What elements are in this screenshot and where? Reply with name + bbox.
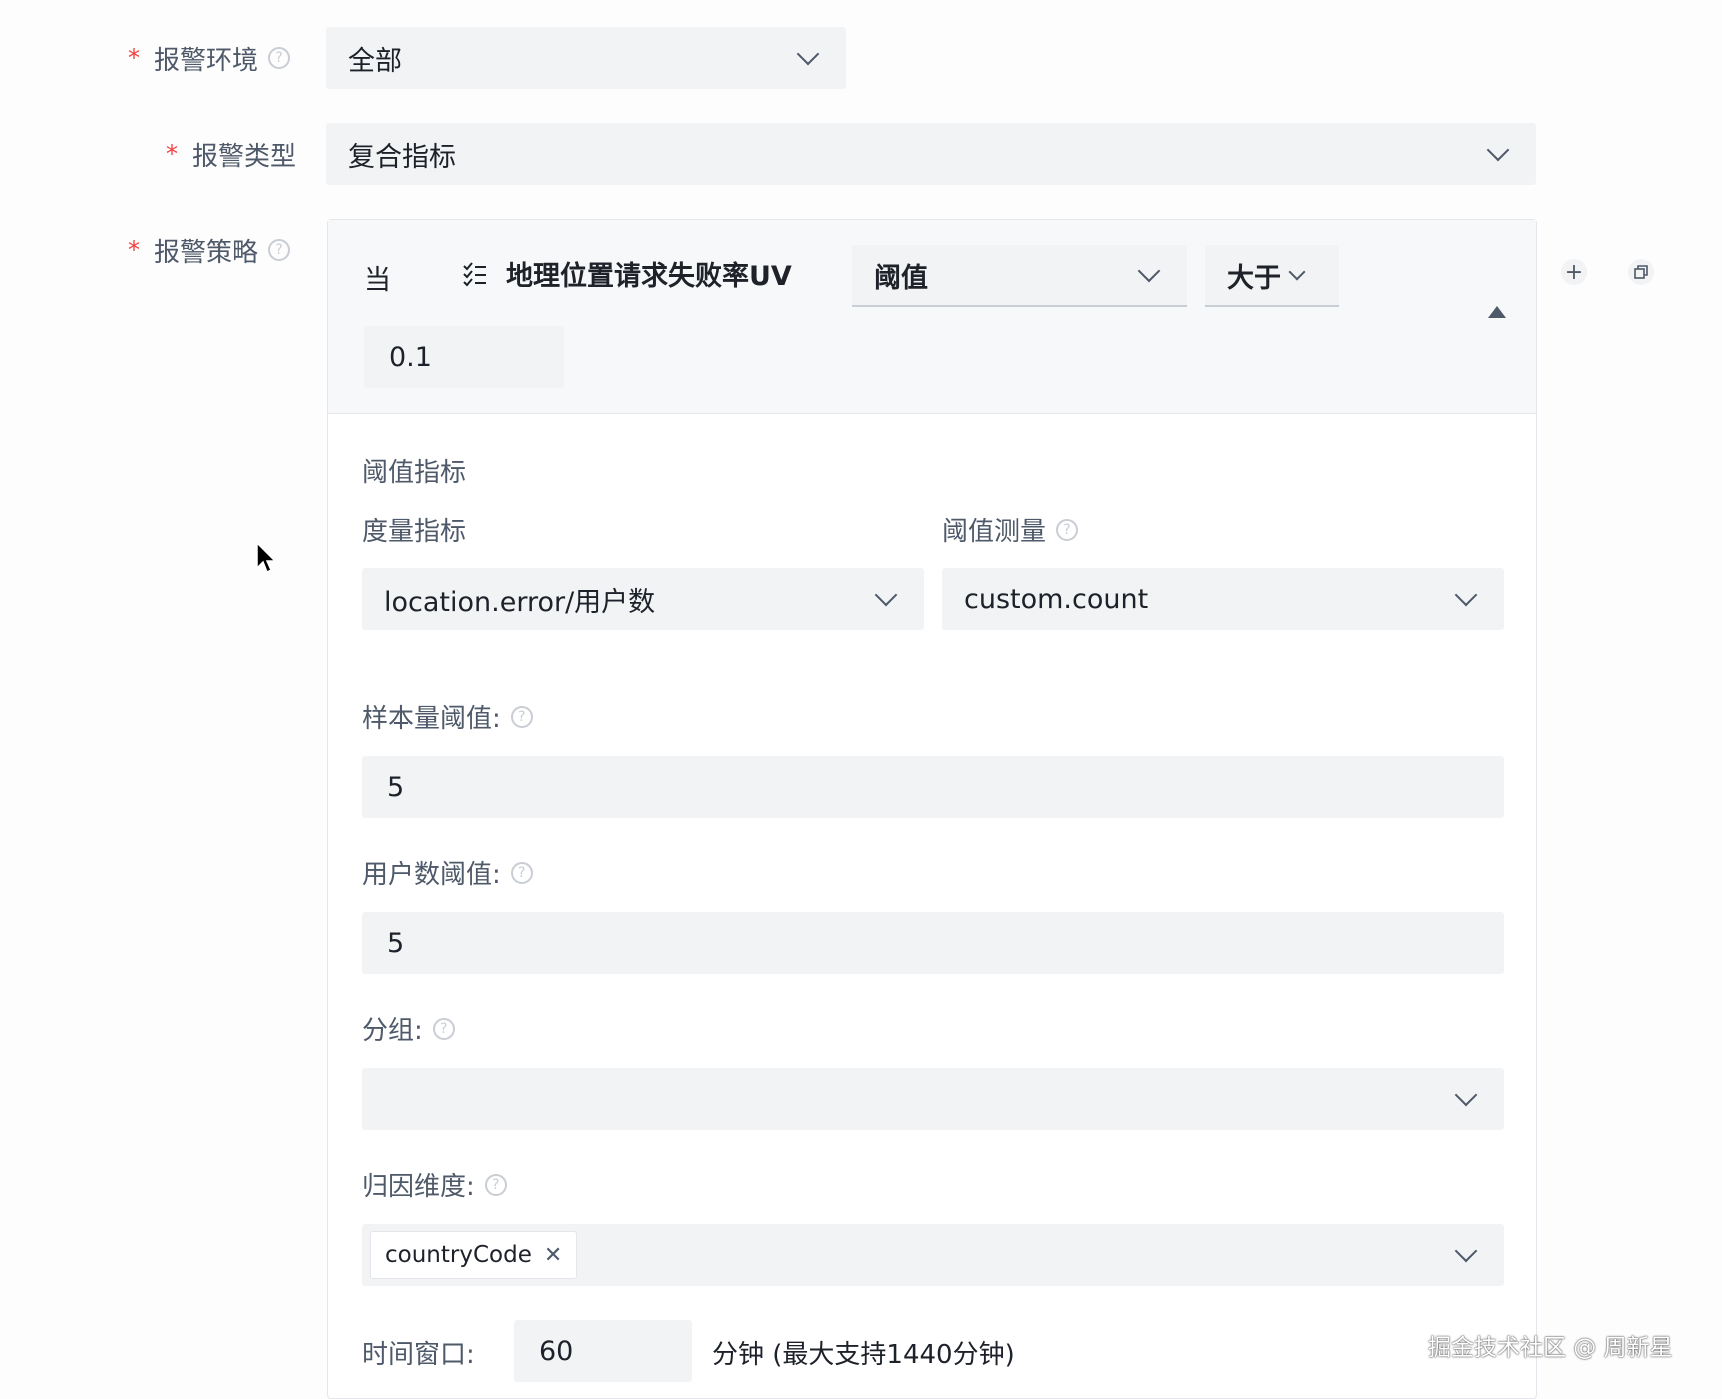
env-label-row: * 报警环境 ?: [100, 36, 290, 80]
measure-select[interactable]: location.error/用户数: [362, 568, 924, 630]
operator-select[interactable]: 大于: [1205, 245, 1339, 307]
help-icon[interactable]: ?: [268, 47, 290, 69]
mouse-cursor-icon: [256, 541, 278, 580]
list-icon: [462, 258, 488, 288]
type-label: 报警类型: [191, 141, 296, 172]
chevron-down-icon: [1486, 138, 1510, 162]
collapse-icon[interactable]: [1488, 306, 1506, 318]
group-label-row: 分组: ?: [362, 1010, 455, 1047]
sample-label-row: 样本量阈值: ?: [362, 698, 533, 735]
chevron-down-icon: [1288, 263, 1306, 281]
group-label: 分组:: [362, 1016, 423, 1046]
strategy-label: 报警策略: [153, 237, 258, 268]
metric-name: 地理位置请求失败率UV: [506, 261, 792, 292]
threshold-measure-label: 阈值测量: [942, 517, 1047, 547]
required-asterisk: *: [127, 44, 140, 72]
type-label-row: * 报警类型: [100, 132, 296, 176]
type-select[interactable]: 复合指标: [326, 123, 1536, 185]
help-icon[interactable]: ?: [510, 705, 533, 728]
attribution-label-row: 归因维度: ?: [362, 1166, 507, 1203]
chevron-down-icon: [874, 583, 898, 607]
copy-icon[interactable]: [1628, 259, 1654, 285]
help-icon[interactable]: ?: [484, 1173, 507, 1196]
window-input[interactable]: 60: [514, 1320, 692, 1382]
window-value: 60: [539, 1335, 574, 1367]
threshold-measure-select[interactable]: custom.count: [942, 568, 1504, 630]
strategy-label-row: * 报警策略 ?: [100, 228, 290, 272]
help-icon[interactable]: ?: [1056, 518, 1079, 541]
measure-label: 度量指标: [362, 517, 467, 547]
sample-value: 5: [387, 771, 405, 803]
attribution-label: 归因维度:: [362, 1172, 475, 1202]
user-label: 用户数阈值:: [362, 860, 501, 890]
threshold-value: 0.1: [389, 341, 432, 373]
close-icon[interactable]: ✕: [544, 1243, 562, 1268]
env-select[interactable]: 全部: [326, 27, 846, 89]
chevron-down-icon: [1137, 259, 1161, 283]
env-select-value: 全部: [348, 45, 402, 77]
user-value: 5: [387, 927, 405, 959]
sample-label: 样本量阈值:: [362, 704, 501, 734]
user-input[interactable]: 5: [362, 912, 1504, 974]
attribution-tag: countryCode ✕: [370, 1231, 578, 1279]
sample-input[interactable]: 5: [362, 756, 1504, 818]
mode-select[interactable]: 阈值: [852, 245, 1187, 307]
group-select[interactable]: [362, 1068, 1504, 1130]
section-title: 阈值指标: [362, 458, 467, 488]
help-icon[interactable]: ?: [268, 239, 290, 261]
env-label: 报警环境: [153, 45, 258, 76]
attribution-tag-label: countryCode: [385, 1242, 532, 1268]
type-select-value: 复合指标: [348, 141, 456, 173]
help-icon[interactable]: ?: [510, 861, 533, 884]
window-suffix: 分钟 (最大支持1440分钟): [712, 1340, 1015, 1370]
chevron-down-icon: [1454, 1083, 1478, 1107]
when-label: 当: [364, 265, 391, 296]
window-label: 时间窗口:: [362, 1340, 475, 1370]
attribution-select[interactable]: countryCode ✕: [362, 1224, 1504, 1286]
required-asterisk: *: [127, 236, 140, 264]
threshold-measure-select-value: custom.count: [964, 583, 1149, 615]
help-icon[interactable]: ?: [432, 1017, 455, 1040]
required-asterisk: *: [165, 140, 178, 168]
mode-select-value: 阈值: [874, 262, 928, 294]
watermark: 掘金技术社区 @ 周新星: [1428, 1335, 1673, 1361]
plus-icon[interactable]: +: [1561, 259, 1587, 285]
chevron-down-icon: [1454, 1239, 1478, 1263]
operator-select-value: 大于: [1227, 262, 1281, 294]
threshold-input[interactable]: 0.1: [364, 326, 564, 388]
threshold-measure-label-row: 阈值测量 ?: [942, 511, 1079, 548]
user-label-row: 用户数阈值: ?: [362, 854, 533, 891]
chevron-down-icon: [1454, 583, 1478, 607]
measure-select-value: location.error/用户数: [384, 586, 656, 618]
chevron-down-icon: [796, 42, 820, 66]
